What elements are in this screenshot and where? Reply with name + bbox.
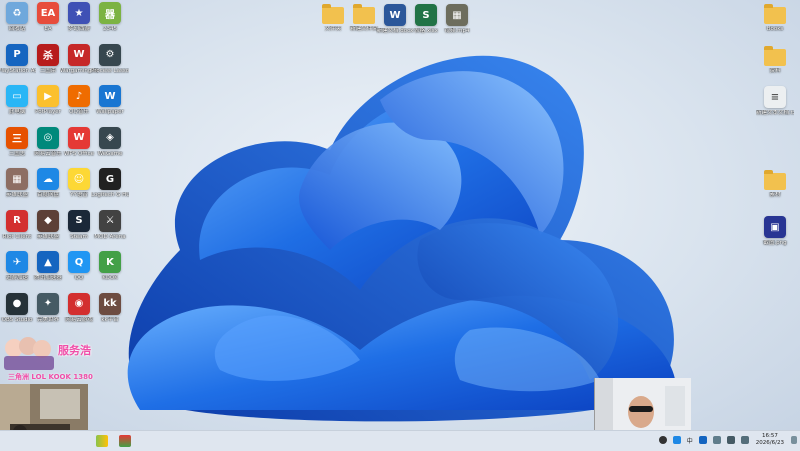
tray-app-icon[interactable]	[658, 436, 667, 444]
tray-app-icon[interactable]	[672, 436, 681, 444]
app-icon: W	[68, 126, 90, 149]
desktop-icon[interactable]: Books	[756, 4, 794, 33]
desktop-icon-label: Books	[766, 26, 784, 32]
desktop-icon-label: 视频.mp4	[444, 28, 470, 34]
app-icon: Q	[68, 251, 90, 273]
network-icon[interactable]	[740, 436, 749, 444]
app-icon: G	[99, 168, 121, 190]
app-icon: EA	[37, 2, 59, 24]
folder-icon	[322, 4, 344, 24]
app-icon: ≡	[764, 86, 786, 108]
app-icon: 杀	[37, 43, 59, 66]
app-icon: K	[99, 251, 121, 273]
desktop-icon[interactable]: ▦ 视频.mp4	[438, 4, 476, 35]
desktop-icon-label: 截图.png	[763, 240, 787, 246]
desktop-icon[interactable]: K KOOK	[91, 251, 129, 282]
desktop-icon[interactable]: 素材	[756, 170, 794, 199]
desktop-icon-label: Wallpaper	[96, 109, 124, 115]
promo-title: 服务浩	[58, 344, 91, 357]
app-icon: S	[415, 4, 437, 26]
desktop-icon-label: 2345	[103, 26, 117, 32]
system-tray: 中 16:57 2026/6/23	[656, 430, 800, 450]
desktop-icon-label: 资料	[769, 68, 781, 74]
taskbar-clock[interactable]: 16:57 2026/6/23	[756, 433, 784, 447]
app-icon: ✦	[37, 292, 59, 315]
ime-indicator[interactable]: 中	[687, 436, 693, 445]
app-icon: kk	[99, 292, 121, 315]
desktop-icon[interactable]: 资料	[756, 46, 794, 75]
desktop-icon-label: WeGame	[97, 150, 123, 157]
app-icon: ▣	[764, 216, 786, 238]
desktop-icon[interactable]: kk kk平台	[91, 292, 129, 324]
clock-date: 2026/6/23	[755, 440, 784, 446]
taskbar-app-icon[interactable]	[96, 435, 108, 447]
desktop-icon-label: KOOK	[102, 275, 118, 281]
app-icon: ⚙	[99, 43, 121, 66]
volume-icon[interactable]	[726, 436, 735, 444]
app-icon: ♻	[6, 2, 28, 24]
folder-icon	[764, 170, 786, 190]
app-icon: ◈	[99, 126, 121, 149]
app-icon: ♪	[68, 85, 90, 107]
app-icon: ◆	[37, 209, 59, 232]
app-icon: ▦	[446, 4, 468, 26]
desktop-icon-label: MOD Arena	[94, 233, 126, 240]
app-icon: W	[384, 4, 406, 26]
desktop-icon-label: kk平台	[101, 316, 119, 323]
folder-icon	[353, 4, 375, 24]
app-icon: 三	[6, 126, 28, 149]
app-icon: ☁	[37, 168, 59, 190]
app-icon: P	[6, 43, 28, 66]
clock-time: 16:57	[761, 433, 778, 439]
desktop-icon-label: Process Lasso	[91, 67, 129, 74]
folder-icon	[764, 4, 786, 24]
app-icon: ●	[6, 292, 28, 315]
desktop-icon-label: Logitech G HUB	[91, 192, 129, 198]
app-icon: 器	[99, 2, 121, 24]
chat-icon[interactable]	[712, 436, 721, 444]
desktop-icon[interactable]: ⚔ MOD Arena	[91, 209, 129, 241]
app-icon: ▲	[37, 251, 59, 273]
desktop-icon[interactable]: ◈ WeGame	[91, 126, 129, 158]
desktop-icon-label: 素材	[769, 192, 781, 198]
folder-icon	[764, 46, 786, 66]
desktop-icon[interactable]: 器 2345	[91, 2, 129, 33]
desktop-icon[interactable]: W Wallpaper	[91, 85, 129, 116]
desktop-icon[interactable]: ≡ 新建文本文档.txt	[756, 86, 794, 117]
app-icon: ▭	[6, 85, 28, 107]
desktop: ♻回收站EAEA★梦幻西游器2345PPlayStation Accessori…	[0, 0, 800, 430]
app-icon: ◎	[37, 126, 59, 149]
app-icon: ⚔	[99, 209, 121, 232]
app-icon: ✈	[6, 251, 28, 273]
desktop-icon[interactable]: ▣ 截图.png	[756, 216, 794, 247]
app-icon: W	[68, 43, 90, 66]
desktop-icon[interactable]: ⚙ Process Lasso	[91, 43, 129, 75]
app-icon: R	[6, 209, 28, 232]
taskbar-app-icon[interactable]	[119, 435, 131, 447]
app-icon: ▦	[6, 168, 28, 190]
app-icon: ◉	[68, 292, 90, 315]
app-icon: ★	[68, 2, 90, 24]
promo-subtitle: 三角洲 LOL KOOK 1380	[8, 373, 93, 381]
stream-promo-overlay: 服务浩 三角洲 LOL KOOK 1380	[2, 334, 94, 386]
app-icon: W	[99, 85, 121, 107]
notification-icon[interactable]	[791, 436, 797, 444]
desktop-icon-label: 新建文本文档.txt	[756, 110, 794, 116]
avatar-cluster-icon	[4, 337, 54, 370]
app-icon: S	[68, 209, 90, 232]
app-icon: ▶	[37, 85, 59, 107]
desktop-icon[interactable]: G Logitech G HUB	[91, 168, 129, 199]
tray-app-icon[interactable]	[698, 436, 707, 444]
app-icon: ☺	[68, 168, 90, 190]
